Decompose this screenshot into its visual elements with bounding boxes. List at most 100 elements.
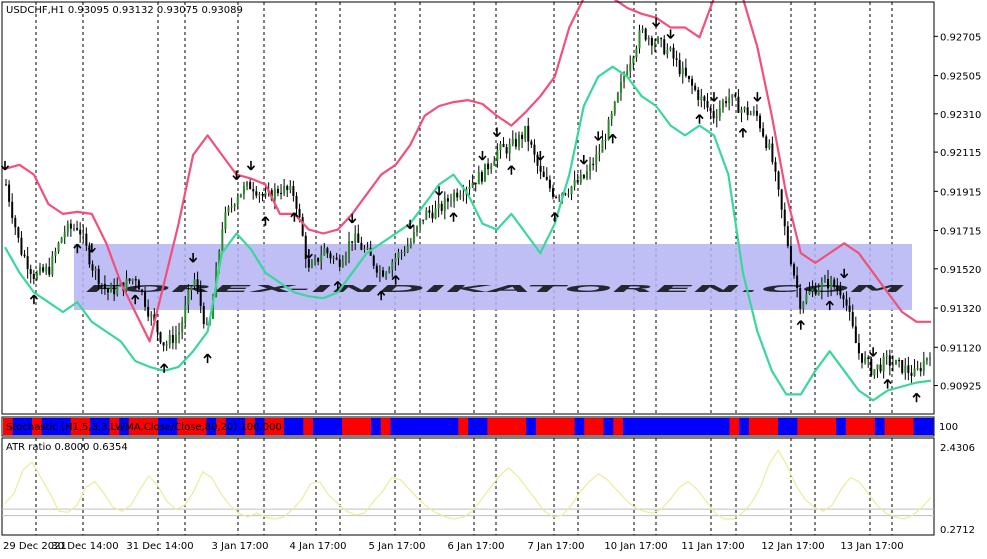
candle-body	[687, 75, 690, 80]
stoch-cell	[816, 418, 827, 435]
candle-body	[354, 233, 357, 243]
candle-body	[91, 264, 94, 271]
candle-body	[137, 280, 140, 290]
candle-body	[283, 185, 286, 194]
candle-body	[570, 186, 573, 195]
candle-body	[864, 357, 867, 363]
candle-body	[725, 101, 728, 104]
time-tick-label: 10 Jan 17:00	[604, 541, 667, 552]
stoch-cell	[574, 418, 585, 435]
candle-body	[632, 57, 635, 64]
candle-body	[895, 360, 898, 365]
candle-body	[196, 279, 199, 290]
stoch-cell	[555, 418, 566, 435]
candle-body	[904, 365, 907, 373]
candle-body	[292, 186, 295, 196]
time-tick-label: 31 Dec 14:00	[126, 541, 193, 552]
candle-body	[817, 290, 820, 295]
candle-body	[221, 229, 224, 252]
stoch-cell	[545, 418, 556, 435]
atr-tick-label: 0.2712	[940, 525, 975, 536]
candle-body	[239, 193, 242, 198]
time-tick-label: 3 Jan 17:00	[212, 541, 269, 552]
stoch-cell	[623, 418, 634, 435]
candle-body	[879, 364, 882, 372]
candle-body	[524, 125, 527, 139]
candle-body	[619, 81, 622, 93]
time-axis: 29 Dec 202130 Dec 14:00 31 Dec 14:00 3 Jan…	[3, 541, 904, 552]
stoch-cell	[468, 418, 479, 435]
candle-body	[246, 181, 249, 187]
candle-body	[854, 326, 857, 344]
candle-body	[425, 210, 428, 220]
candle-body	[236, 197, 239, 205]
candle-body	[910, 372, 913, 376]
candle-body	[650, 37, 653, 46]
candle-body	[669, 47, 672, 50]
stoch-cell	[283, 418, 295, 435]
candle-body	[644, 28, 647, 40]
candle-body	[774, 161, 777, 172]
candle-body	[26, 256, 29, 270]
candle-body	[422, 219, 425, 221]
candle-body	[289, 186, 292, 191]
candle-body	[230, 206, 233, 208]
candle-body	[827, 278, 830, 289]
candle-body	[616, 92, 619, 102]
candle-body	[42, 267, 45, 272]
candle-body	[116, 286, 119, 295]
candle-body	[802, 302, 805, 309]
candle-body	[35, 273, 38, 279]
candle-body	[140, 289, 143, 292]
stoch-cell	[361, 418, 372, 435]
candle-body	[314, 257, 317, 264]
stoch-cell	[903, 418, 915, 435]
stoch-cell	[826, 418, 837, 435]
candle-body	[607, 119, 610, 140]
candle-body	[851, 311, 854, 327]
candle-body	[468, 186, 471, 189]
candle-body	[85, 233, 88, 246]
candle-body	[731, 94, 734, 98]
candle-body	[573, 179, 576, 187]
time-tick-label: 5 Jan 17:00	[369, 541, 426, 552]
candle-body	[440, 203, 443, 211]
candle-body	[539, 165, 542, 172]
candle-body	[409, 242, 412, 247]
candle-body	[298, 208, 301, 218]
candle-body	[202, 305, 205, 324]
stoch-cell	[690, 418, 701, 435]
candle-body	[805, 294, 808, 303]
candle-body	[348, 241, 351, 255]
candle-body	[691, 79, 694, 86]
candle-body	[919, 368, 922, 372]
stoch-cell	[313, 418, 324, 435]
time-tick-label: 11 Jan 17:00	[681, 541, 744, 552]
candle-body	[916, 368, 919, 370]
candle-body	[453, 192, 456, 202]
price-tick-label: 0.92310	[940, 110, 981, 121]
candle-body	[156, 320, 159, 333]
candle-body	[363, 248, 366, 250]
stoch-cell	[923, 418, 934, 435]
candle-body	[335, 257, 338, 260]
candle-body	[280, 193, 283, 195]
chart-canvas: FOREX-INDIKATOREN.COM USDCHF,H1 0.93095 …	[0, 0, 987, 555]
candle-body	[527, 125, 530, 142]
stoch-cell	[438, 418, 450, 435]
candle-body	[613, 101, 616, 114]
candle-body	[264, 192, 267, 196]
candle-body	[635, 48, 638, 58]
price-tick-label: 0.91320	[940, 304, 981, 315]
candle-body	[666, 49, 669, 55]
candle-body	[456, 192, 459, 198]
candle-body	[286, 185, 289, 191]
candle-body	[796, 275, 799, 288]
candle-body	[718, 108, 721, 117]
candle-body	[876, 364, 879, 370]
stoch-cell	[342, 418, 353, 435]
stoch-cell	[293, 418, 304, 435]
stoch-cell	[409, 418, 420, 435]
candle-body	[391, 262, 394, 270]
candle-body	[697, 89, 700, 101]
